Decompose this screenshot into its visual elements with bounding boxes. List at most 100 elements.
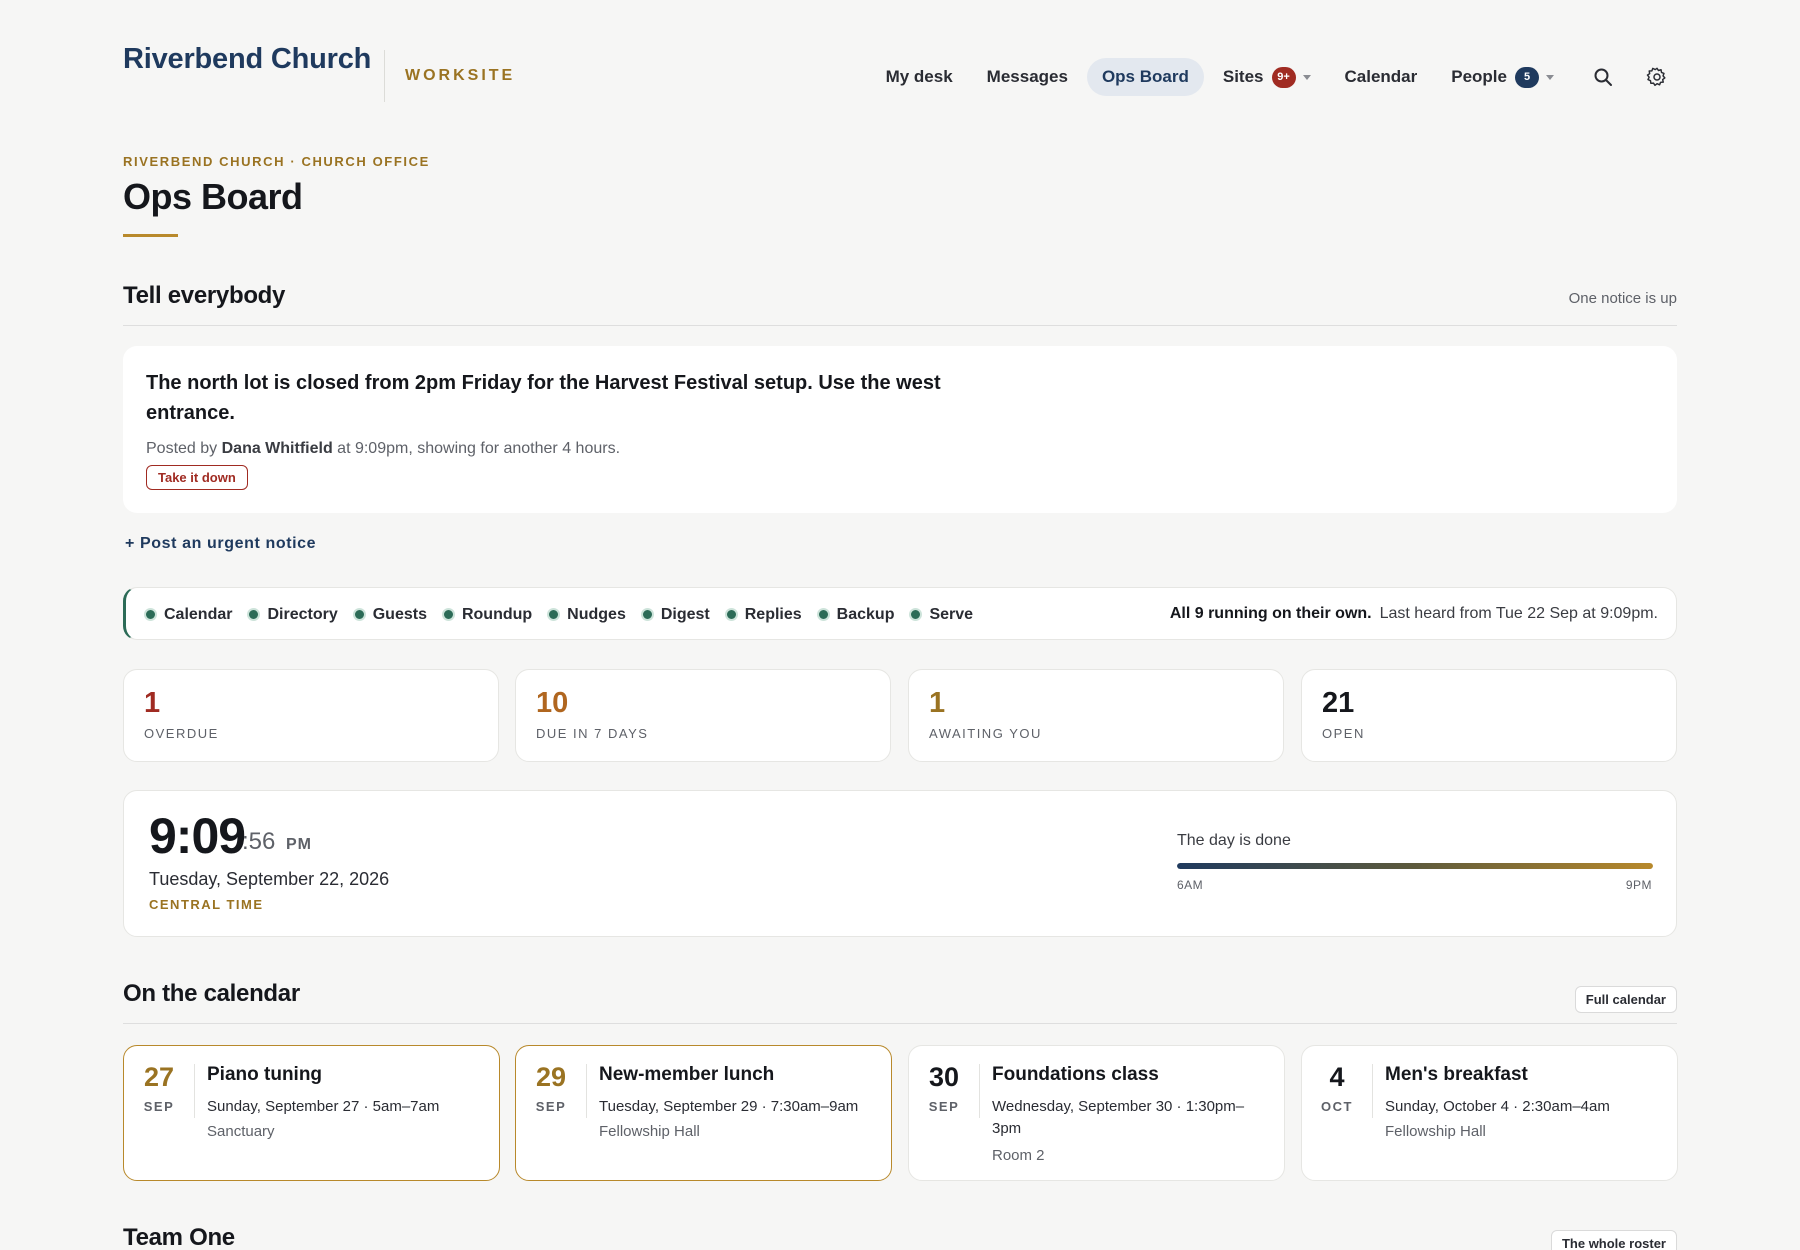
nav-sites[interactable]: Sites 9+ [1208, 58, 1326, 97]
service-label: Backup [836, 605, 895, 623]
service-item[interactable]: Backup [816, 605, 895, 624]
services-summary: All 9 running on their own. Last heard fr… [1170, 605, 1658, 623]
notices-section-header: Tell everybody One notice is up [123, 270, 1677, 326]
calendar-section-header: On the calendar Full calendar [123, 968, 1677, 1024]
nav-label: Messages [986, 67, 1068, 86]
stat-value: 10 [536, 687, 569, 719]
event-divider [979, 1064, 980, 1118]
people-count-badge: 5 [1515, 66, 1539, 88]
service-item[interactable]: Serve [909, 606, 973, 624]
chevron-down-icon [1302, 74, 1311, 80]
search-button[interactable] [1583, 57, 1623, 97]
service-label: Roundup [461, 605, 533, 623]
notice-text: The north lot is closed from 2pm Friday … [146, 372, 941, 424]
event-month: OCT [1321, 1099, 1353, 1114]
event-divider [1372, 1064, 1373, 1118]
full-calendar-button[interactable]: Full calendar [1574, 986, 1677, 1013]
section-title: Tell everybody [123, 282, 286, 309]
nav-my-desk[interactable]: My desk [871, 58, 968, 96]
event-title: New-member lunch [599, 1064, 775, 1085]
event-location: Fellowship Hall [599, 1123, 700, 1140]
day-start-label: 6AM [1177, 878, 1204, 892]
service-item[interactable]: Digest [640, 606, 710, 624]
sites-count-badge: 9+ [1271, 66, 1296, 88]
event-location: Sanctuary [207, 1123, 275, 1140]
event-day: 27 [143, 1062, 175, 1092]
nav-label: People [1451, 67, 1507, 86]
title-underline [123, 234, 178, 237]
post-urgent-notice-button[interactable]: + Post an urgent notice [125, 535, 316, 553]
page-title: Ops Board [123, 176, 303, 217]
clock-ampm: PM [286, 836, 312, 853]
services-status-bar: Calendar Directory Guests Roundup Nudges… [123, 587, 1677, 640]
whole-roster-button[interactable]: The whole roster [1550, 1230, 1677, 1250]
main-nav: My desk Messages Ops Board Sites 9+ Cale… [867, 57, 1677, 97]
notice-meta: Posted by Dana Whitfield at 9:09pm, show… [146, 440, 620, 458]
posted-prefix: Posted by [146, 440, 218, 457]
event-when: Tuesday, September 29 · 7:30am–9am [599, 1098, 859, 1115]
service-item[interactable]: Guests [352, 606, 427, 624]
service-item[interactable]: Directory [247, 606, 338, 624]
event-title: Foundations class [992, 1064, 1159, 1085]
stat-card-awaiting[interactable]: 1 AWAITING YOU [908, 669, 1284, 762]
event-title: Piano tuning [207, 1064, 323, 1085]
clock-date: Tuesday, September 22, 2026 [149, 869, 390, 889]
team-section-header: Team One The whole roster [123, 1212, 1677, 1250]
take-down-button[interactable]: Take it down [146, 465, 248, 490]
nav-label: Calendar [1344, 67, 1418, 86]
status-dot-icon [909, 608, 923, 621]
event-card[interactable]: 4 OCT Men's breakfast Sunday, October 4 … [1301, 1045, 1678, 1181]
stat-value: 21 [1322, 687, 1355, 719]
service-item[interactable]: Roundup [441, 605, 533, 624]
brand-divider [384, 50, 385, 102]
clock-time: 9:09 [149, 808, 246, 864]
service-label: Nudges [567, 605, 626, 623]
stat-card-open[interactable]: 21 OPEN [1301, 669, 1677, 762]
settings-button[interactable] [1637, 57, 1677, 97]
event-day: 29 [535, 1062, 567, 1092]
event-divider [194, 1064, 195, 1118]
event-month: SEP [928, 1099, 960, 1114]
posted-suffix: at 9:09pm, showing for another 4 hours. [337, 440, 621, 457]
status-dot-icon [724, 608, 738, 621]
status-dot-icon [441, 608, 455, 621]
nav-people[interactable]: People 5 [1436, 58, 1569, 97]
urgent-notice-card: The north lot is closed from 2pm Friday … [123, 346, 1677, 513]
event-when: Sunday, October 4 · 2:30am–4am [1385, 1098, 1610, 1115]
service-item[interactable]: Replies [724, 605, 802, 624]
status-dot-icon [144, 608, 157, 621]
stat-card-overdue[interactable]: 1 OVERDUE [123, 669, 499, 762]
service-item[interactable]: Nudges [547, 606, 626, 624]
day-progress-bar [1177, 863, 1653, 869]
nav-messages[interactable]: Messages [972, 58, 1083, 96]
status-dot-icon [816, 608, 830, 621]
event-card[interactable]: 30 SEP Foundations class Wednesday, Sept… [908, 1045, 1285, 1181]
top-header: Riverbend Church WORKSITE My desk Messag… [123, 0, 1677, 120]
event-when: Sunday, September 27 · 5am–7am [207, 1098, 440, 1115]
nav-calendar[interactable]: Calendar [1330, 58, 1433, 96]
event-card[interactable]: 27 SEP Piano tuning Sunday, September 27… [123, 1045, 500, 1181]
stat-label: OPEN [1322, 726, 1365, 741]
brand-name[interactable]: Riverbend Church [123, 43, 371, 76]
notice-author: Dana Whitfield [221, 440, 333, 457]
stat-label: AWAITING YOU [929, 726, 1042, 741]
event-title: Men's breakfast [1385, 1064, 1528, 1085]
brand-subtitle: WORKSITE [405, 67, 516, 84]
status-dot-icon [547, 608, 561, 621]
stat-card-due-soon[interactable]: 10 DUE IN 7 DAYS [515, 669, 891, 762]
event-day: 4 [1329, 1062, 1345, 1092]
page-wrapper: Riverbend Church WORKSITE My desk Messag… [123, 0, 1678, 1250]
section-title: Team One [123, 1224, 235, 1250]
status-dot-icon [640, 608, 654, 621]
last-heard-text: Last heard from Tue 22 Sep at 9:09pm. [1379, 605, 1658, 622]
service-label: Serve [929, 605, 974, 623]
stat-value: 1 [144, 687, 161, 719]
service-label: Replies [744, 605, 802, 623]
status-dot-icon [247, 608, 261, 621]
service-item[interactable]: Calendar [144, 606, 232, 624]
nav-ops-board[interactable]: Ops Board [1086, 58, 1204, 96]
service-label: Calendar [164, 605, 233, 623]
event-card[interactable]: 29 SEP New-member lunch Tuesday, Septemb… [515, 1045, 892, 1181]
day-progress-label: The day is done [1177, 832, 1291, 849]
search-icon [1594, 68, 1612, 86]
